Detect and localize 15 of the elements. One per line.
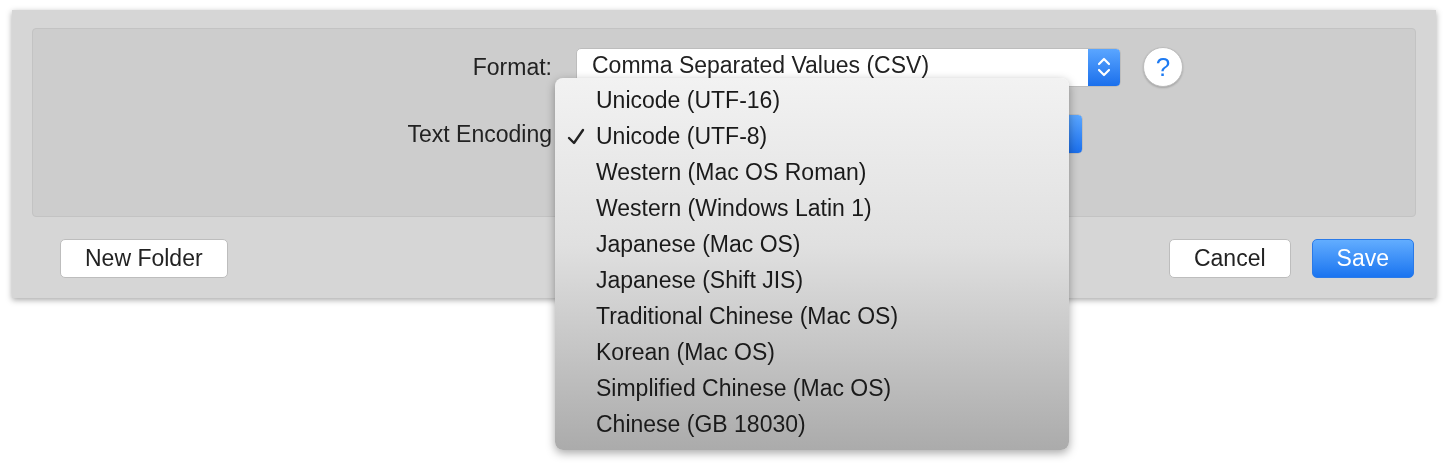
menu-item[interactable]: Chinese (GB 18030): [555, 406, 1069, 442]
menu-item[interactable]: Japanese (Shift JIS): [555, 262, 1069, 298]
menu-item[interactable]: Western (Mac OS Roman): [555, 154, 1069, 190]
menu-item[interactable]: Simplified Chinese (Mac OS): [555, 370, 1069, 406]
up-down-chevron-icon: [1096, 55, 1112, 79]
text-encoding-label: Text Encoding: [407, 120, 552, 148]
menu-item[interactable]: Traditional Chinese (Mac OS): [555, 298, 1069, 334]
menu-item[interactable]: Unicode (UTF-8): [555, 118, 1069, 154]
button[interactable]: New Folder: [60, 239, 228, 278]
format-label: Format:: [472, 53, 552, 81]
menu-item[interactable]: Western (Windows Latin 1): [555, 190, 1069, 226]
menu-item[interactable]: Japanese (Mac OS): [555, 226, 1069, 262]
menu-item[interactable]: Korean (Mac OS): [555, 334, 1069, 370]
help-button[interactable]: ?: [1143, 47, 1183, 87]
button[interactable]: Cancel: [1168, 239, 1291, 278]
